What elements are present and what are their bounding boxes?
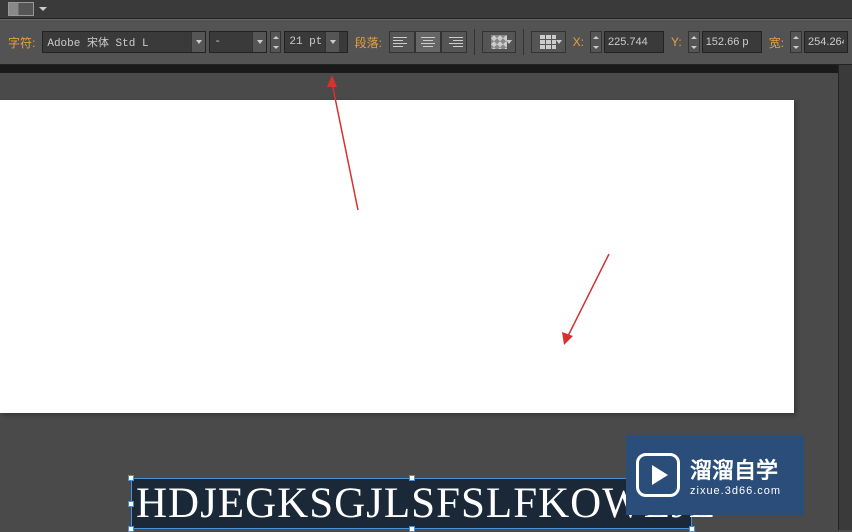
selection-handle[interactable] xyxy=(409,526,415,532)
y-input[interactable] xyxy=(702,31,762,53)
width-spinner[interactable] xyxy=(790,31,802,53)
dropdown-arrow-icon[interactable] xyxy=(191,32,205,52)
y-spinner[interactable] xyxy=(688,31,700,53)
play-icon xyxy=(636,453,680,497)
width-label: 宽: xyxy=(765,34,788,51)
y-coordinate-group: Y: xyxy=(667,31,762,53)
text-frame-selected[interactable]: HDJEGKSGJLSFSLFKOWEJE xyxy=(131,478,692,529)
spinner-up-icon[interactable] xyxy=(689,32,699,42)
x-coordinate-group: X: xyxy=(569,31,664,53)
x-input[interactable] xyxy=(604,31,664,53)
divider xyxy=(523,29,524,55)
dropdown-arrow-icon[interactable] xyxy=(325,32,339,52)
text-content[interactable]: HDJEGKSGJLSFSLFKOWEJE xyxy=(132,479,691,528)
watermark: 溜溜自学 zixue.3d66.com xyxy=(626,435,804,515)
selection-handle[interactable] xyxy=(689,526,695,532)
character-label: 字符: xyxy=(4,34,39,51)
selection-handle[interactable] xyxy=(128,501,134,507)
spinner-down-icon[interactable] xyxy=(271,42,280,52)
selection-handle[interactable] xyxy=(409,475,415,481)
vertical-scrollbar[interactable] xyxy=(838,65,852,530)
selection-handle[interactable] xyxy=(128,475,134,481)
paragraph-label: 段落: xyxy=(351,34,386,51)
opacity-icon xyxy=(491,35,507,49)
width-input[interactable] xyxy=(804,31,848,53)
font-size-spinner[interactable] xyxy=(270,31,281,53)
dark-strip xyxy=(0,65,852,73)
font-family-dropdown[interactable] xyxy=(42,31,206,53)
x-spinner[interactable] xyxy=(590,31,602,53)
font-style-dropdown[interactable] xyxy=(209,31,267,53)
grid-anchor-icon xyxy=(540,35,556,49)
align-left-button[interactable] xyxy=(389,31,415,53)
divider xyxy=(474,29,475,55)
spinner-up-icon[interactable] xyxy=(271,32,280,42)
options-bar: 字符: 段落: xyxy=(0,19,852,65)
font-style-input[interactable] xyxy=(210,32,252,52)
watermark-title: 溜溜自学 xyxy=(690,453,781,485)
panel-dropdown-icon[interactable] xyxy=(38,5,48,13)
spinner-down-icon[interactable] xyxy=(591,42,601,52)
font-size-input[interactable] xyxy=(285,32,325,52)
dropdown-arrow-icon[interactable] xyxy=(252,32,266,52)
y-label: Y: xyxy=(667,35,686,49)
spinner-up-icon[interactable] xyxy=(791,32,801,42)
x-label: X: xyxy=(569,35,588,49)
top-toolbar xyxy=(0,0,852,19)
watermark-url: zixue.3d66.com xyxy=(690,485,781,497)
font-family-input[interactable] xyxy=(43,32,191,52)
alignment-buttons xyxy=(389,31,467,53)
selection-handle[interactable] xyxy=(128,526,134,532)
align-right-button[interactable] xyxy=(441,31,467,53)
width-group: 宽: xyxy=(765,31,848,53)
panel-layout-icon[interactable] xyxy=(8,2,34,16)
artboard[interactable] xyxy=(0,100,794,413)
spinner-down-icon[interactable] xyxy=(791,42,801,52)
opacity-button[interactable] xyxy=(482,31,516,53)
font-size-dropdown[interactable] xyxy=(284,31,347,53)
align-center-button[interactable] xyxy=(415,31,441,53)
transform-anchor-button[interactable] xyxy=(531,31,565,53)
spinner-up-icon[interactable] xyxy=(591,32,601,42)
spinner-down-icon[interactable] xyxy=(689,42,699,52)
watermark-text: 溜溜自学 zixue.3d66.com xyxy=(690,453,781,497)
